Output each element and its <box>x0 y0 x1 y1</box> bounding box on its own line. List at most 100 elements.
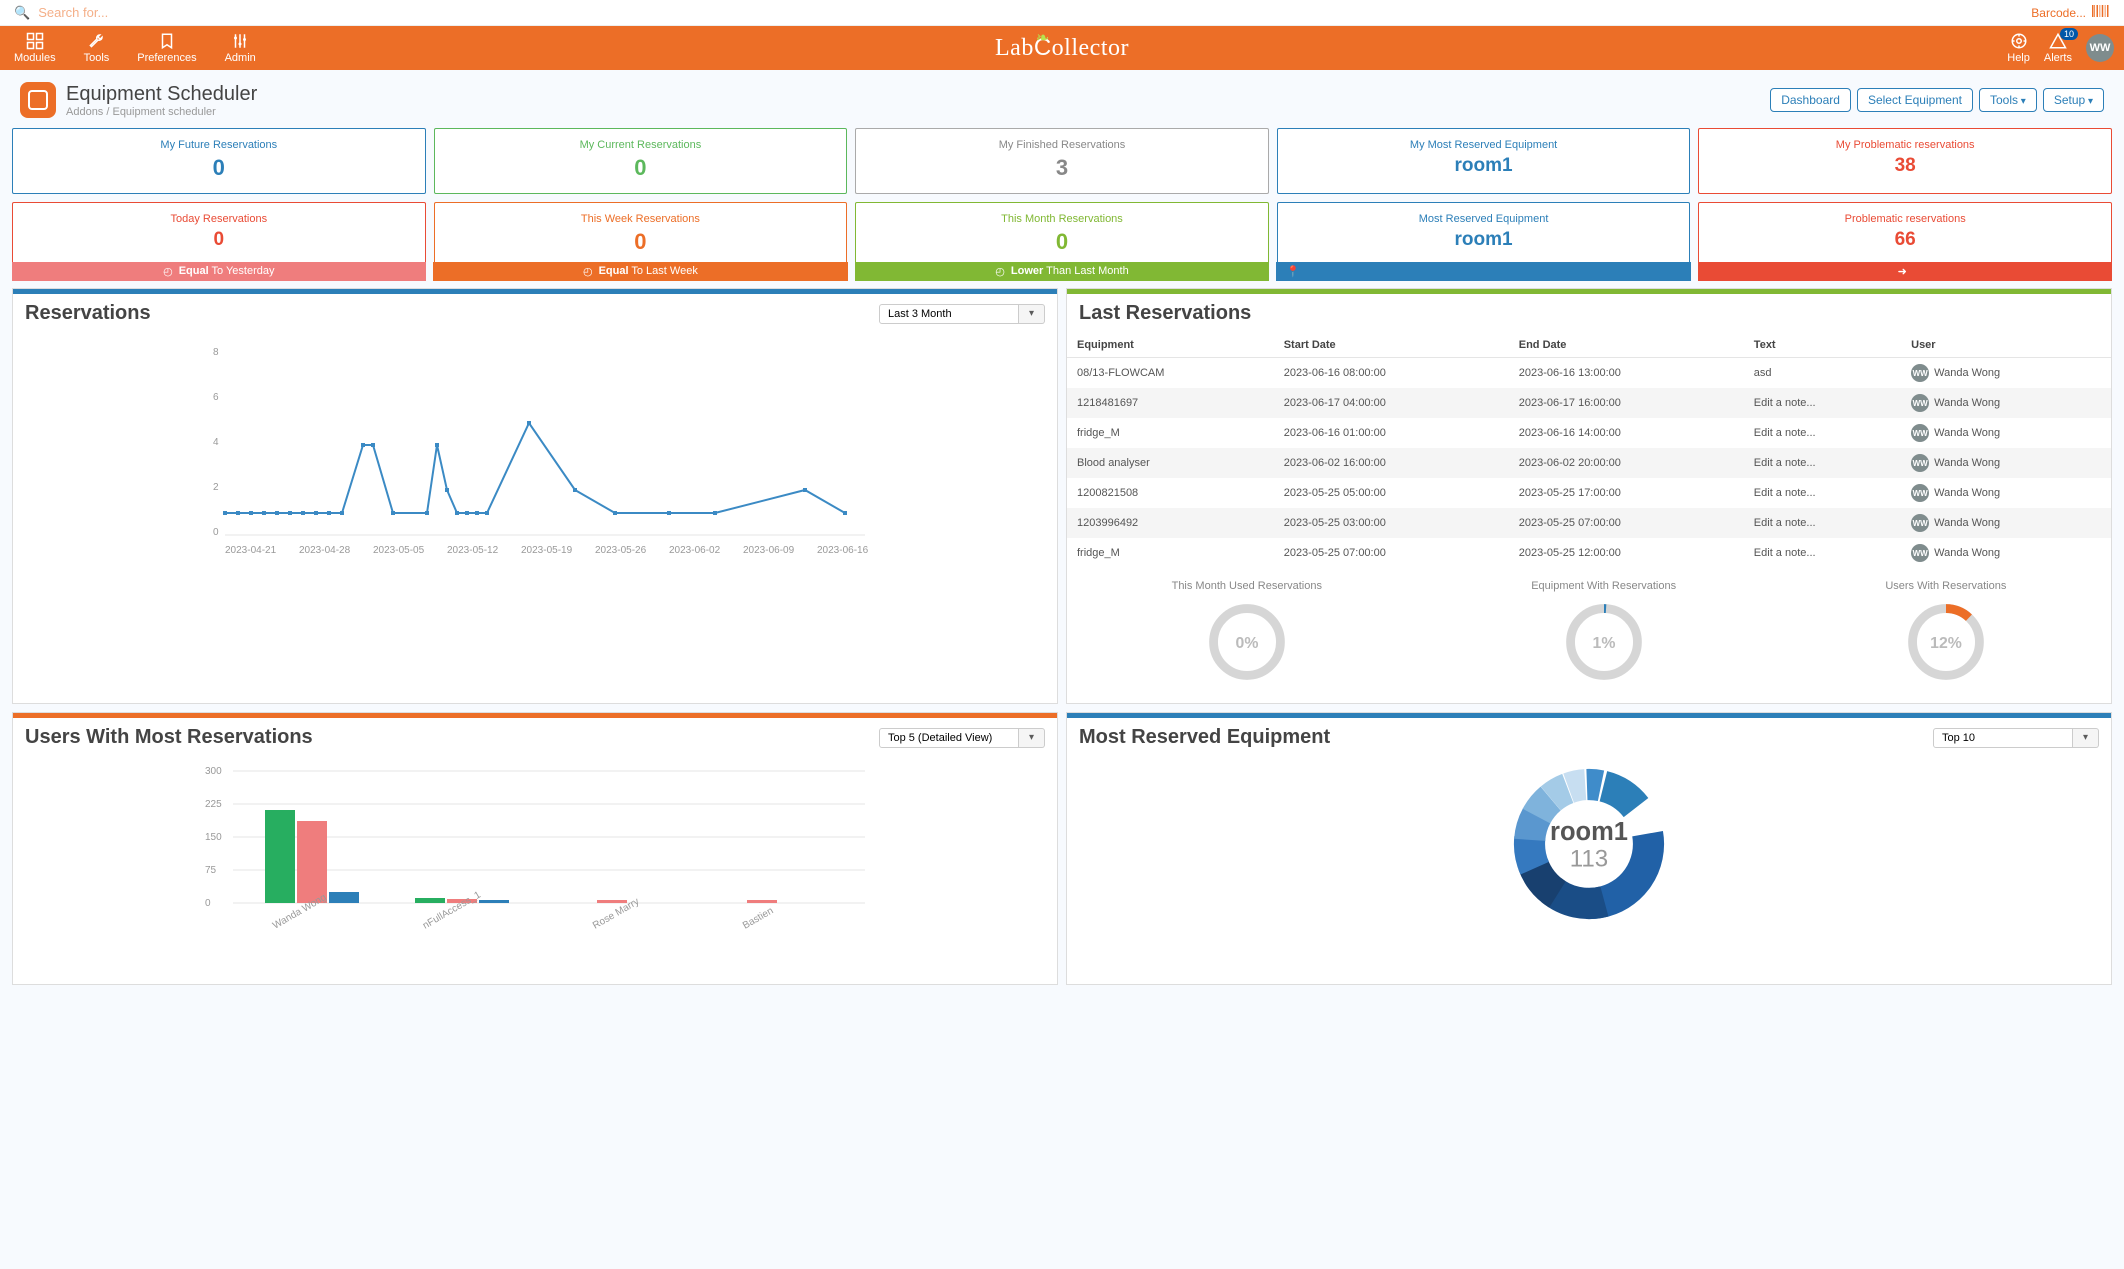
stat-value: room1 <box>1282 155 1686 177</box>
stat-card[interactable]: My Future Reservations0 <box>12 128 426 194</box>
grid-icon <box>25 32 45 50</box>
gauge: This Month Used Reservations0% <box>1172 580 1322 689</box>
th-start: Start Date <box>1274 333 1509 358</box>
cell-equipment: Blood analyser <box>1067 448 1274 478</box>
cell-text[interactable]: asd <box>1744 358 1901 389</box>
stat-value: 0 <box>439 229 843 255</box>
donut-center-value: 113 <box>1570 846 1608 873</box>
users-most-reservations-panel: ▾ Users With Most Reservations 300 225 1… <box>12 712 1058 985</box>
cell-user: WWWanda Wong <box>1901 388 2111 418</box>
stat-label: My Most Reserved Equipment <box>1282 139 1686 151</box>
stat-card[interactable]: My Most Reserved Equipment room1 <box>1277 128 1691 194</box>
svg-text:2023-04-28: 2023-04-28 <box>299 545 351 556</box>
equip-top-selector[interactable]: ▾ <box>1933 728 2099 748</box>
user-avatar[interactable]: WW <box>2086 34 2114 62</box>
tools-button[interactable]: Tools <box>1979 88 2037 112</box>
app-icon <box>20 82 56 118</box>
panel-title: Users With Most Reservations <box>25 726 313 749</box>
table-row[interactable]: 12039964922023-05-25 03:00:002023-05-25 … <box>1067 508 2111 538</box>
breadcrumb: Addons / Equipment scheduler <box>66 106 257 118</box>
stat-value: 0 <box>439 155 843 181</box>
stat-card[interactable]: Problematic reservations66➜ <box>1698 202 2112 280</box>
stat-card[interactable]: Today Reservations0◴Equal To Yesterday <box>12 202 426 280</box>
select-equipment-button[interactable]: Select Equipment <box>1857 88 1973 112</box>
stat-label: Today Reservations <box>17 213 421 225</box>
page-title: Equipment Scheduler <box>66 83 257 106</box>
cell-text[interactable]: Edit a note... <box>1744 538 1901 568</box>
users-top-input[interactable] <box>879 728 1019 748</box>
nav-alerts[interactable]: 10 Alerts <box>2044 32 2072 64</box>
barcode-label[interactable]: Barcode... <box>2031 6 2086 20</box>
svg-text:2023-06-09: 2023-06-09 <box>743 545 795 556</box>
table-row[interactable]: fridge_M2023-05-25 07:00:002023-05-25 12… <box>1067 538 2111 568</box>
nav-admin[interactable]: Admin <box>211 32 270 64</box>
clock-icon: ◴ <box>583 265 593 278</box>
svg-text:0: 0 <box>205 898 211 909</box>
search-input[interactable] <box>36 4 2031 21</box>
stat-label: Most Reserved Equipment <box>1282 213 1686 225</box>
nav-tools[interactable]: Tools <box>70 32 124 64</box>
cell-equipment: fridge_M <box>1067 538 1274 568</box>
most-reserved-equipment-panel: ▾ Most Reserved Equipment room1 113 <box>1066 712 2112 985</box>
table-row[interactable]: 12008215082023-05-25 05:00:002023-05-25 … <box>1067 478 2111 508</box>
nav-help[interactable]: Help <box>2007 32 2030 64</box>
dashboard-button[interactable]: Dashboard <box>1770 88 1851 112</box>
stat-card[interactable]: This Week Reservations 0 ◴Equal To Last We… <box>434 202 848 280</box>
stat-footer: ◴Lower Than Last Month <box>855 262 1270 281</box>
stat-footer: 📍 <box>1276 262 1691 281</box>
cell-text[interactable]: Edit a note... <box>1744 388 1901 418</box>
stat-card[interactable]: My Finished Reservations3 <box>855 128 1269 194</box>
cell-user: WWWanda Wong <box>1901 478 2111 508</box>
stat-cards-row-1: My Future Reservations0My Current Reserv… <box>0 128 2124 202</box>
svg-text:nFullAccess_1: nFullAccess_1 <box>421 889 483 931</box>
svg-text:2023-05-12: 2023-05-12 <box>447 545 499 556</box>
stat-footer: ◴Equal To Yesterday <box>12 262 427 281</box>
stat-card[interactable]: Most Reserved Equipmentroom1📍 <box>1277 202 1691 280</box>
svg-text:300: 300 <box>205 766 222 777</box>
cell-end: 2023-05-25 12:00:00 <box>1509 538 1744 568</box>
svg-text:8: 8 <box>213 347 219 358</box>
stat-value: 0 <box>860 229 1264 255</box>
cell-equipment: 1203996492 <box>1067 508 1274 538</box>
nav-preferences[interactable]: Preferences <box>123 32 210 64</box>
panel-title: Last Reservations <box>1079 302 1251 325</box>
reservations-range-selector[interactable]: ▾ <box>879 304 1045 324</box>
cell-end: 2023-06-16 14:00:00 <box>1509 418 1744 448</box>
range-input[interactable] <box>879 304 1019 324</box>
setup-button[interactable]: Setup <box>2043 88 2104 112</box>
nav-modules[interactable]: Modules <box>0 32 70 64</box>
dropdown-toggle[interactable]: ▾ <box>1019 728 1045 748</box>
svg-text:2023-05-19: 2023-05-19 <box>521 545 573 556</box>
stat-footer: ➜ <box>1698 262 2113 281</box>
table-row[interactable]: 08/13-FLOWCAM2023-06-16 08:00:002023-06-… <box>1067 358 2111 389</box>
cell-equipment: 08/13-FLOWCAM <box>1067 358 1274 389</box>
stat-card[interactable]: This Month Reservations0◴Lower Than Last… <box>855 202 1269 280</box>
cell-text[interactable]: Edit a note... <box>1744 478 1901 508</box>
stat-value: 66 <box>1703 229 2107 251</box>
table-row[interactable]: Blood analyser2023-06-02 16:00:002023-06… <box>1067 448 2111 478</box>
th-equipment: Equipment <box>1067 333 1274 358</box>
dropdown-toggle[interactable]: ▾ <box>2073 728 2099 748</box>
stat-card[interactable]: My Problematic reservations38 <box>1698 128 2112 194</box>
cell-text[interactable]: Edit a note... <box>1744 508 1901 538</box>
table-row[interactable]: fridge_M2023-06-16 01:00:002023-06-16 14… <box>1067 418 2111 448</box>
dropdown-toggle[interactable]: ▾ <box>1019 304 1045 324</box>
last-reservations-panel: Last Reservations Equipment Start Date E… <box>1066 288 2112 704</box>
table-row[interactable]: 12184816972023-06-17 04:00:002023-06-17 … <box>1067 388 2111 418</box>
svg-text:75: 75 <box>205 865 217 876</box>
cell-text[interactable]: Edit a note... <box>1744 418 1901 448</box>
stat-label: This Week Reservations <box>439 213 843 225</box>
barcode-icon[interactable] <box>2092 4 2110 21</box>
svg-text:6: 6 <box>213 392 219 403</box>
users-top-selector[interactable]: ▾ <box>879 728 1045 748</box>
equip-top-input[interactable] <box>1933 728 2073 748</box>
stat-card[interactable]: My Current Reservations0 <box>434 128 848 194</box>
cell-start: 2023-05-25 07:00:00 <box>1274 538 1509 568</box>
bookmark-icon <box>157 32 177 50</box>
stat-footer: ◴Equal To Last Week <box>433 262 848 281</box>
avatar-icon: WW <box>1911 364 1929 382</box>
cell-text[interactable]: Edit a note... <box>1744 448 1901 478</box>
clock-icon: ◴ <box>163 265 173 278</box>
gauge: Users With Reservations12% <box>1885 580 2006 689</box>
cell-start: 2023-06-17 04:00:00 <box>1274 388 1509 418</box>
